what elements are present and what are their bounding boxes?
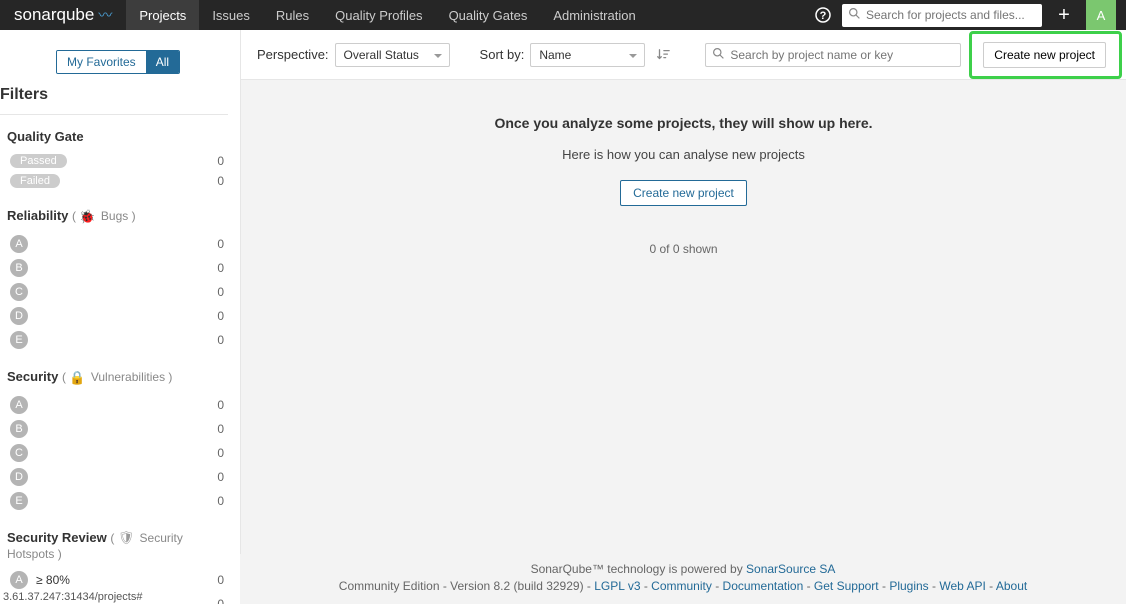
rating-row[interactable]: B0 <box>0 418 228 440</box>
rating-row[interactable]: A0 <box>0 233 228 255</box>
count: 0 <box>217 174 224 188</box>
rating-badge: B <box>10 259 28 277</box>
favorites-toggle: My Favorites All <box>56 50 180 74</box>
nav-item-quality-gates[interactable]: Quality Gates <box>436 0 541 30</box>
logo-wave-icon: 〰 <box>98 5 112 25</box>
nav-item-projects[interactable]: Projects <box>126 0 199 30</box>
rating-row[interactable]: E0 <box>0 329 228 351</box>
footer-link[interactable]: Get Support <box>814 579 879 593</box>
filters-title: Filters <box>0 80 228 115</box>
nav-items: Projects Issues Rules Quality Profiles Q… <box>126 0 648 30</box>
rating-badge: E <box>10 492 28 510</box>
empty-title: Once you analyze some projects, they wil… <box>241 115 1126 131</box>
empty-create-button[interactable]: Create new project <box>620 180 747 206</box>
footer-link[interactable]: Community <box>651 579 712 593</box>
lock-icon: 🔒 <box>69 370 85 385</box>
rating-badge: B <box>10 420 28 438</box>
footer: SonarQube™ technology is powered by Sona… <box>240 554 1126 604</box>
status-url: 3.61.37.247:31434/projects# <box>0 590 145 604</box>
footer-text: SonarQube™ technology is powered by <box>531 562 746 576</box>
footer-link[interactable]: About <box>996 579 1027 593</box>
rating-badge: D <box>10 468 28 486</box>
filter-reliability: Reliability ( 🐞 Bugs ) A0 B0 C0 D0 E0 <box>0 208 228 351</box>
shown-count: 0 of 0 shown <box>241 242 1126 256</box>
count: 0 <box>217 154 224 168</box>
filter-security: Security ( 🔒 Vulnerabilities ) A0 B0 C0 … <box>0 369 228 512</box>
footer-link[interactable]: Plugins <box>889 579 928 593</box>
search-icon <box>712 47 725 63</box>
empty-state: Once you analyze some projects, they wil… <box>241 80 1126 256</box>
filter-heading-security: Security ( 🔒 Vulnerabilities ) <box>0 369 228 386</box>
rating-badge: C <box>10 444 28 462</box>
rating-badge: D <box>10 307 28 325</box>
project-search-input[interactable] <box>730 48 954 62</box>
my-favorites-button[interactable]: My Favorites <box>57 51 146 73</box>
avatar[interactable]: A <box>1086 0 1116 30</box>
filter-quality-gate: Quality Gate Passed 0 Failed 0 <box>0 129 228 190</box>
help-icon[interactable]: ? <box>812 4 834 26</box>
logo[interactable]: sonarqube 〰 <box>0 0 126 30</box>
nav-right: ? + A <box>812 0 1116 30</box>
nav-item-issues[interactable]: Issues <box>199 0 263 30</box>
create-button-wrap: Create new project <box>983 42 1106 68</box>
rating-badge: C <box>10 283 28 301</box>
rating-badge: A <box>10 571 28 589</box>
rating-badge: E <box>10 331 28 349</box>
rating-row[interactable]: D0 <box>0 466 228 488</box>
search-icon <box>848 7 861 23</box>
filter-heading-quality-gate: Quality Gate <box>0 129 228 144</box>
content: Perspective: Overall Status Sort by: Nam… <box>240 30 1126 604</box>
rating-row[interactable]: C0 <box>0 442 228 464</box>
nav-item-administration[interactable]: Administration <box>540 0 648 30</box>
rating-badge: A <box>10 396 28 414</box>
footer-version: Community Edition - Version 8.2 (build 3… <box>339 579 594 593</box>
perspective-label: Perspective: <box>257 47 329 62</box>
sort-dropdown[interactable]: Name <box>530 43 645 67</box>
footer-link[interactable]: Web API <box>939 579 985 593</box>
filter-heading-security-review: Security Review ( 🛡 Security Hotspots ) <box>0 530 228 562</box>
top-nav: sonarqube 〰 Projects Issues Rules Qualit… <box>0 0 1126 30</box>
project-search[interactable] <box>705 43 961 67</box>
filter-row-passed[interactable]: Passed 0 <box>0 152 228 170</box>
global-search[interactable] <box>842 4 1042 27</box>
rating-row[interactable]: D0 <box>0 305 228 327</box>
nav-item-rules[interactable]: Rules <box>263 0 322 30</box>
rating-badge: A <box>10 235 28 253</box>
empty-subtitle: Here is how you can analyse new projects <box>241 147 1126 162</box>
perspective-dropdown[interactable]: Overall Status <box>335 43 450 67</box>
pill-passed: Passed <box>10 154 67 168</box>
sort-label: Sort by: <box>480 47 525 62</box>
nav-item-quality-profiles[interactable]: Quality Profiles <box>322 0 435 30</box>
filter-row-failed[interactable]: Failed 0 <box>0 172 228 190</box>
pill-failed: Failed <box>10 174 60 188</box>
logo-text: sonarqube <box>14 5 94 25</box>
sort-direction-icon[interactable] <box>651 43 675 67</box>
footer-link[interactable]: Documentation <box>723 579 804 593</box>
add-button[interactable]: + <box>1050 0 1078 30</box>
rating-row[interactable]: B0 <box>0 257 228 279</box>
rating-row[interactable]: A≥ 80%0 <box>0 569 228 591</box>
create-project-button[interactable]: Create new project <box>983 42 1106 68</box>
footer-link-sonarsource[interactable]: SonarSource SA <box>746 562 835 576</box>
sidebar: My Favorites All Filters Quality Gate Pa… <box>0 30 240 604</box>
svg-text:?: ? <box>820 10 827 22</box>
footer-link[interactable]: LGPL v3 <box>594 579 640 593</box>
filter-heading-reliability: Reliability ( 🐞 Bugs ) <box>0 208 228 225</box>
all-button[interactable]: All <box>146 51 179 73</box>
global-search-input[interactable] <box>866 8 1036 22</box>
rating-row[interactable]: A0 <box>0 394 228 416</box>
bug-icon: 🐞 <box>79 209 95 224</box>
rating-row[interactable]: E0 <box>0 490 228 512</box>
toolbar: Perspective: Overall Status Sort by: Nam… <box>241 30 1126 80</box>
shield-icon: 🛡 <box>118 530 135 545</box>
rating-row[interactable]: C0 <box>0 281 228 303</box>
